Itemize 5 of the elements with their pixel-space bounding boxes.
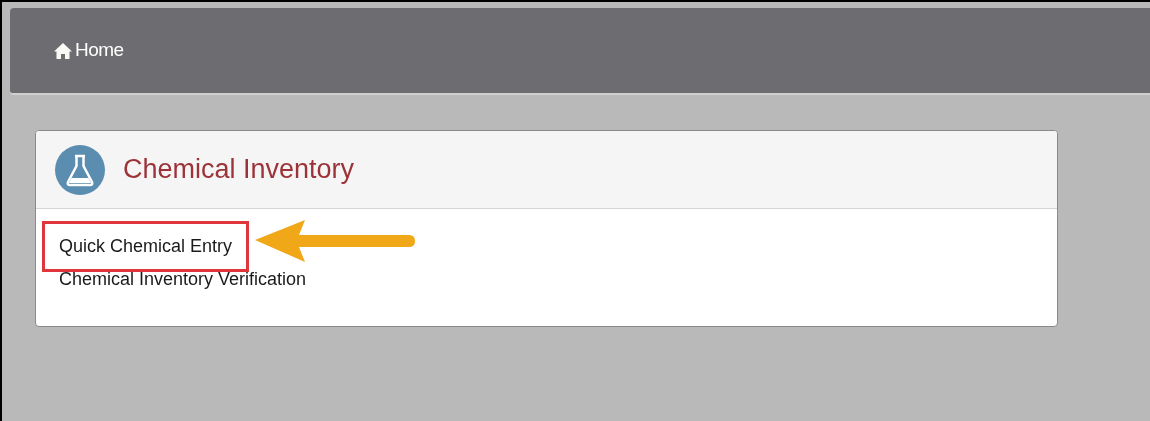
home-link[interactable]: Home bbox=[53, 36, 124, 65]
panel-title: Chemical Inventory bbox=[123, 153, 355, 187]
home-icon bbox=[53, 41, 73, 60]
panel-link[interactable]: Quick Chemical Entry bbox=[42, 220, 250, 272]
flask-icon bbox=[54, 143, 106, 196]
